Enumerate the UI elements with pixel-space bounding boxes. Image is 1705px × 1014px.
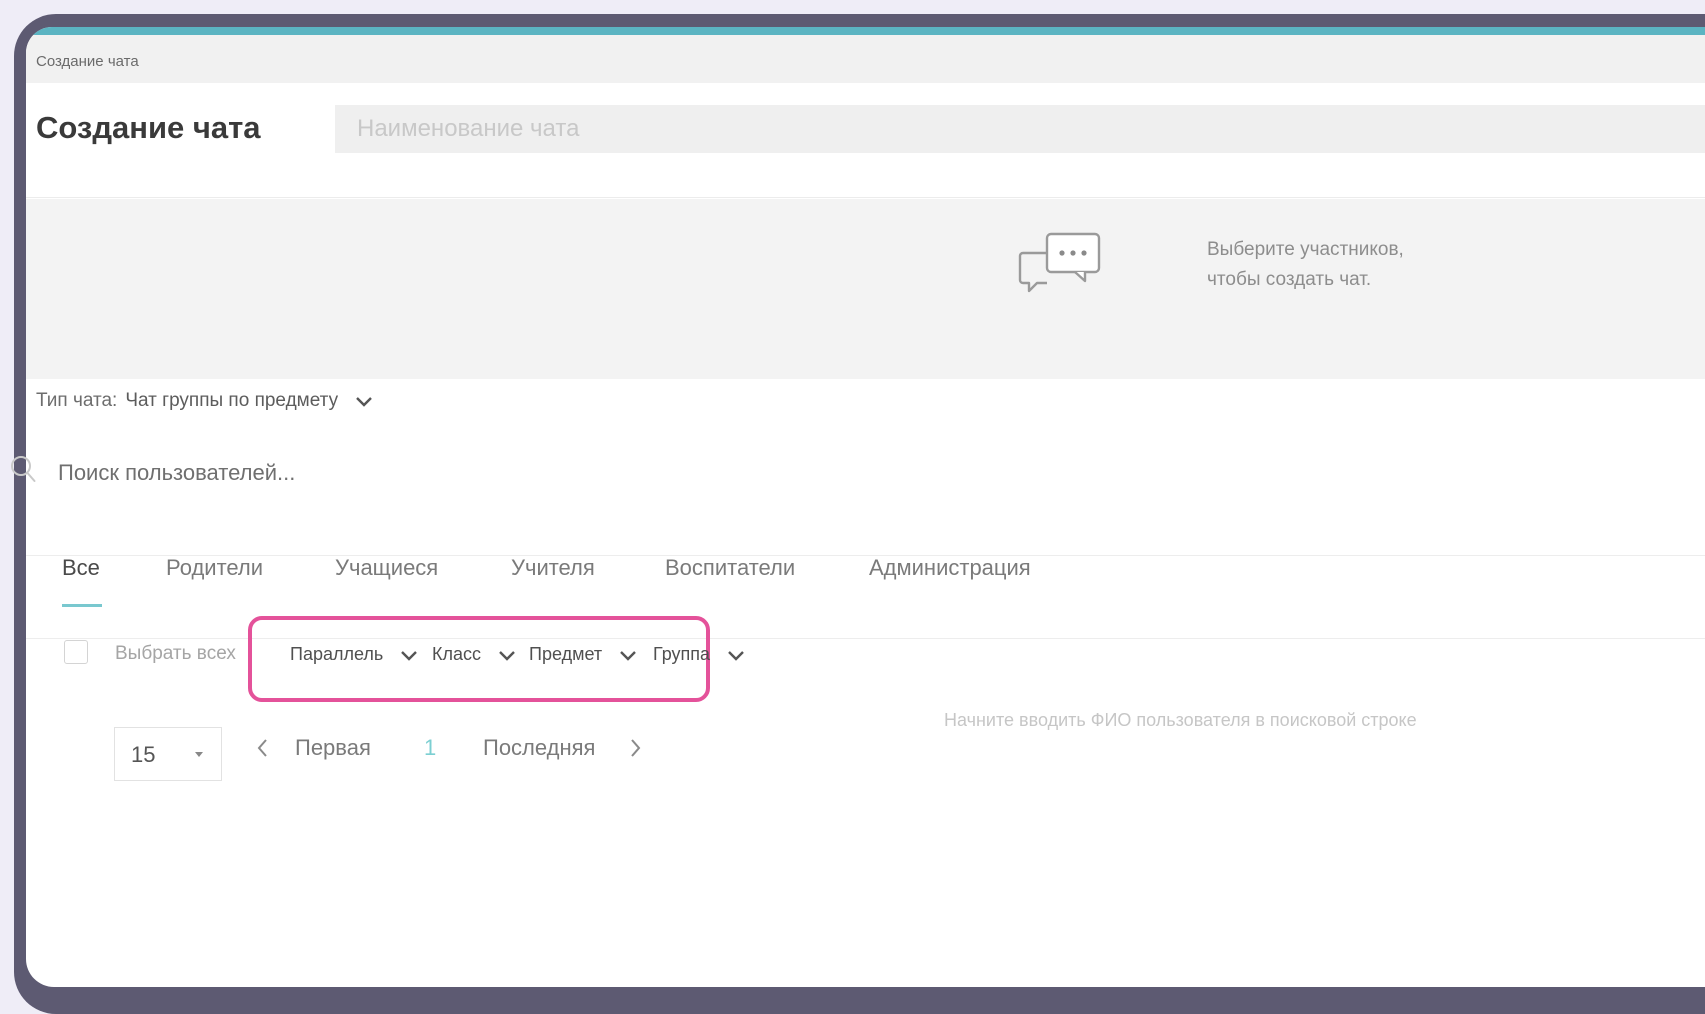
filter-parallel[interactable]: Параллель [290,644,420,665]
tab-all[interactable]: Все [62,555,100,581]
tab-teachers[interactable]: Учителя [511,555,595,581]
chevron-down-icon [401,651,418,661]
filter-subject-label: Предмет [529,644,603,664]
filter-group[interactable]: Группа [653,644,747,665]
tab-parents[interactable]: Родители [166,555,263,581]
active-tab-underline [62,604,102,607]
pagination-first[interactable]: Первая [295,735,371,761]
chat-type-value: Чат группы по предмету [125,390,339,411]
chat-type-label: Тип чата: [36,390,118,411]
chevron-down-icon [620,651,636,661]
empty-results-message: Начните вводить ФИО пользователя в поиск… [944,710,1417,730]
chevron-down-icon [499,651,515,661]
page-size-select[interactable]: 15 [114,727,222,781]
tab-administration[interactable]: Администрация [869,555,1031,581]
filter-group-label: Группа [653,644,711,664]
chat-bubbles-icon [1018,232,1101,293]
breadcrumb-bar [26,35,1705,83]
hint-line-2: чтобы создать чат. [1207,269,1372,290]
chevron-left-icon[interactable] [256,737,270,759]
filter-parallel-label: Параллель [290,644,384,664]
search-icon [11,456,36,482]
caret-down-icon [195,752,203,757]
select-all-checkbox[interactable] [64,640,88,664]
tab-educators[interactable]: Воспитатели [665,555,795,581]
hint-text: Выберите участников, чтобы создать чат. [1207,235,1404,295]
filter-class-label: Класс [432,644,481,664]
chat-type-selector[interactable]: Тип чата: Чат группы по предмету [36,390,375,412]
user-search-input[interactable] [56,454,860,492]
chevron-down-icon [356,397,373,407]
filter-class[interactable]: Класс [432,644,518,665]
filter-subject[interactable]: Предмет [529,644,639,665]
page-title: Создание чата [36,110,261,145]
page-size-value: 15 [131,742,156,767]
app-screen [26,27,1705,987]
top-accent-strip [26,27,1705,35]
chevron-down-icon [728,651,744,661]
tab-students[interactable]: Учащиеся [335,555,438,581]
chat-name-input[interactable] [335,105,1705,153]
pagination-last[interactable]: Последняя [483,735,595,761]
pagination-current-page[interactable]: 1 [424,735,436,761]
select-all-label: Выбрать всех [115,643,236,664]
chevron-right-icon[interactable] [628,737,642,759]
hint-line-1: Выберите участников, [1207,239,1404,260]
breadcrumb[interactable]: Создание чата [36,53,139,70]
hint-panel [26,199,1705,379]
